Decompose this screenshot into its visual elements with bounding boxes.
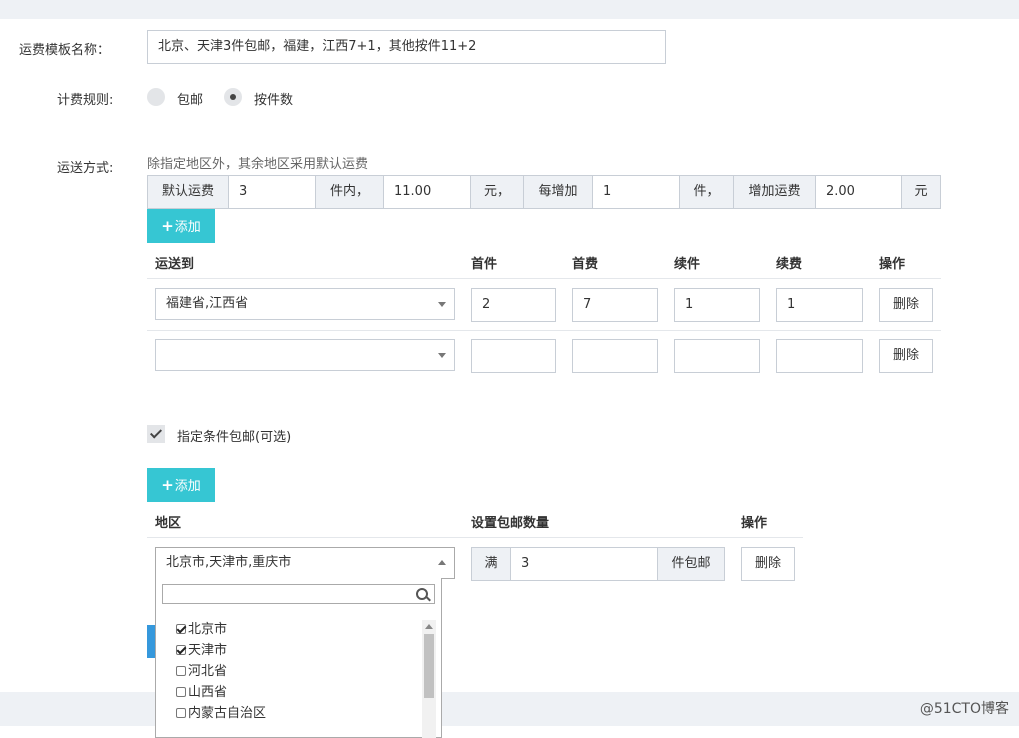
checkbox-icon [176, 687, 186, 697]
dropdown-scrollbar[interactable] [422, 620, 436, 738]
dropdown-item-neimenggu[interactable]: 内蒙古自治区 [176, 705, 266, 723]
add-qty-input[interactable]: 1 [592, 175, 680, 209]
bottom-bar [0, 692, 1019, 726]
checkbox-icon [176, 708, 186, 718]
billing-rule-label: 计费规则: [57, 93, 114, 108]
save-button-partial[interactable] [147, 625, 155, 658]
first-fee-input-row1[interactable]: 7 [572, 288, 658, 322]
chevron-up-icon [438, 560, 446, 565]
delete-free-button[interactable]: 删除 [741, 547, 795, 581]
first-qty-input-row2[interactable] [471, 339, 556, 373]
free-qty-input[interactable]: 3 [510, 547, 658, 581]
add-button-label: 添加 [174, 220, 201, 235]
checkbox-icon [176, 666, 186, 676]
shipping-hint: 除指定地区外，其余地区采用默认运费 [147, 157, 369, 172]
delete-button-row1[interactable]: 删除 [879, 288, 933, 322]
full-addon: 满 [471, 547, 511, 581]
add-fee-addon: 增加运费 [733, 175, 816, 209]
th-ship-to: 运送到 [155, 257, 195, 272]
plus-icon: + [161, 217, 174, 235]
top-bar [0, 0, 1019, 19]
th-action: 操作 [879, 257, 906, 272]
th-first-fee: 首费 [572, 257, 599, 272]
dropdown-item-shanxi[interactable]: 山西省 [176, 684, 227, 702]
yuan-end-addon: 元 [901, 175, 941, 209]
scrollbar-thumb[interactable] [424, 634, 434, 698]
default-fee-addon: 默认运费 [147, 175, 229, 209]
chevron-down-icon [438, 353, 446, 358]
th-add-qty: 续件 [674, 257, 701, 272]
th-add-fee: 续费 [776, 257, 803, 272]
checkbox-icon [176, 624, 186, 634]
first-fee-input-row2[interactable] [572, 339, 658, 373]
th-first-qty: 首件 [471, 257, 498, 272]
plus-icon: + [161, 476, 174, 494]
radio-by-quantity-label: 按件数 [254, 93, 294, 108]
table-divider [147, 278, 941, 279]
chevron-down-icon [438, 302, 446, 307]
add-qty-input-row1[interactable]: 1 [674, 288, 760, 322]
region-dropdown[interactable]: 北京市 天津市 河北省 山西省 内蒙古自治区 [155, 578, 442, 738]
radio-free-shipping[interactable] [147, 88, 165, 106]
delete-button-row2[interactable]: 删除 [879, 339, 933, 373]
dropdown-search-input[interactable] [162, 584, 435, 604]
region-select-row1[interactable]: 福建省,江西省 [155, 288, 455, 320]
radio-by-quantity[interactable] [224, 88, 242, 106]
dropdown-item-hebei[interactable]: 河北省 [176, 663, 227, 681]
free-shipping-checkbox[interactable] [147, 425, 165, 443]
within-qty-addon: 件内， [315, 175, 384, 209]
region-select-row2[interactable] [155, 339, 455, 371]
th-free-action: 操作 [741, 516, 768, 531]
th-free-qty: 设置包邮数量 [471, 516, 550, 531]
default-first-qty-input[interactable]: 3 [228, 175, 316, 209]
piece-addon: 件， [679, 175, 734, 209]
default-first-fee-input[interactable]: 11.00 [383, 175, 471, 209]
th-region: 地区 [155, 516, 182, 531]
per-increase-addon: 每增加 [523, 175, 593, 209]
radio-free-shipping-label: 包邮 [177, 93, 204, 108]
table-divider [147, 537, 803, 538]
add-fee-input-row1[interactable]: 1 [776, 288, 863, 322]
add-free-region-button[interactable]: +添加 [147, 468, 215, 502]
checkbox-icon [176, 645, 186, 655]
scroll-up-icon[interactable] [425, 624, 433, 629]
template-name-label: 运费模板名称： [19, 43, 111, 58]
yuan-addon: 元， [470, 175, 524, 209]
first-qty-input-row1[interactable]: 2 [471, 288, 556, 322]
search-icon [416, 588, 428, 600]
watermark: @51CTO博客 [919, 701, 1009, 717]
free-shipping-checkbox-label: 指定条件包邮(可选) [177, 430, 292, 445]
add-fee-input[interactable]: 2.00 [815, 175, 902, 209]
row-divider [147, 330, 941, 331]
add-qty-input-row2[interactable] [674, 339, 760, 373]
free-region-select[interactable]: 北京市,天津市,重庆市 [155, 547, 455, 579]
template-name-input[interactable]: 北京、天津3件包邮，福建，江西7+1，其他按件11+2 [147, 30, 666, 64]
dropdown-item-beijing[interactable]: 北京市 [176, 621, 227, 639]
shipping-method-label: 运送方式: [57, 161, 114, 176]
free-suffix-addon: 件包邮 [657, 547, 725, 581]
dropdown-item-tianjin[interactable]: 天津市 [176, 642, 227, 660]
add-button-label: 添加 [174, 479, 201, 494]
add-fee-input-row2[interactable] [776, 339, 863, 373]
add-shipping-region-button[interactable]: +添加 [147, 209, 215, 243]
